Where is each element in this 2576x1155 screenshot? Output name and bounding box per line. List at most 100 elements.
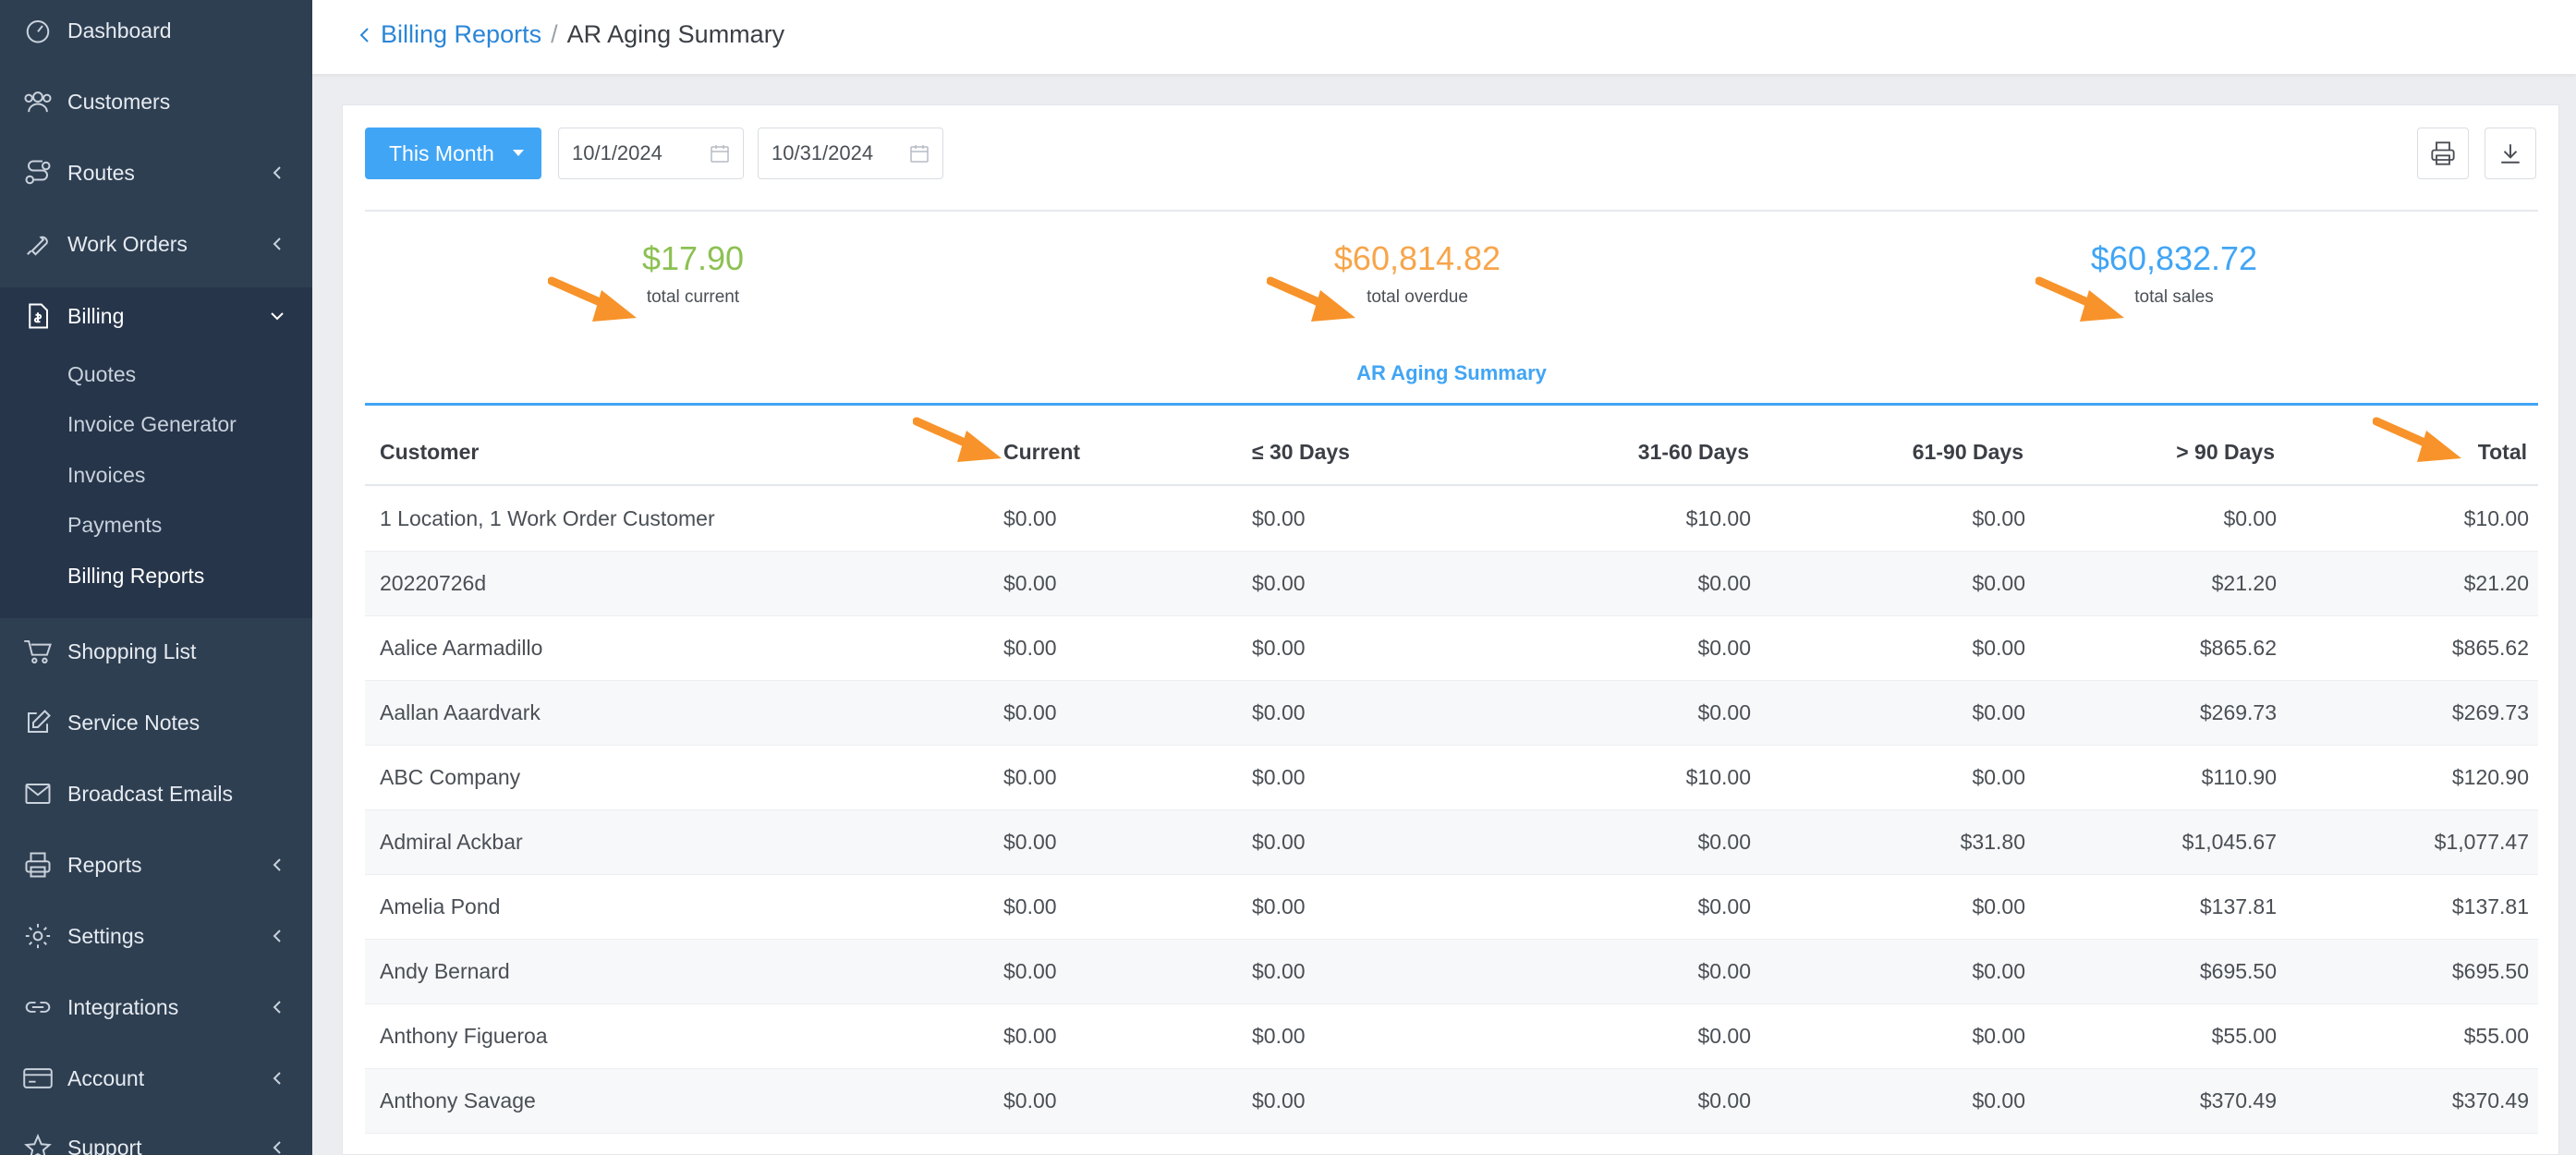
sidebar-subitem-invoice-generator[interactable]: Invoice Generator xyxy=(67,412,237,437)
sidebar-subitem-quotes[interactable]: Quotes xyxy=(67,362,136,387)
table-row[interactable]: Admiral Ackbar $0.00 $0.00 $0.00 $31.80 $1,04… xyxy=(365,810,2538,875)
sidebar-item-reports[interactable]: Reports xyxy=(0,837,312,893)
table-row[interactable]: Amelia Pond $0.00 $0.00 $0.00 $0.00 $137.81 $1… xyxy=(365,875,2538,940)
amount-cell: $120.90 xyxy=(2451,765,2529,789)
sidebar-item-settings[interactable]: Settings xyxy=(0,908,312,964)
sidebar-item-dashboard[interactable]: Dashboard xyxy=(0,3,312,58)
column-header-total[interactable]: Total xyxy=(2478,440,2527,465)
amount-cell: $0.00 xyxy=(1972,1088,2025,1112)
end-date-input[interactable]: 10/31/2024 xyxy=(758,128,943,179)
sidebar-item-label: Service Notes xyxy=(67,710,200,735)
billing-submenu: Quotes Invoice Generator Invoices Paymen… xyxy=(0,345,312,618)
chevron-left-icon xyxy=(273,930,281,942)
sidebar-item-label: Reports xyxy=(67,852,142,877)
amount-cell: $0.00 xyxy=(1972,506,2025,530)
table-row[interactable]: Andy Bernard $0.00 $0.00 $0.00 $0.00 $695.50 $… xyxy=(365,940,2538,1004)
customer-name-cell[interactable]: 20220726d xyxy=(380,571,486,596)
amount-cell: $0.00 xyxy=(1252,1024,1306,1048)
customer-name-cell[interactable]: ABC Company xyxy=(380,765,520,790)
customer-name-cell[interactable]: 1 Location, 1 Work Order Customer xyxy=(380,506,715,531)
table-row[interactable]: Aallan Aaardvark $0.00 $0.00 $0.00 $0.00 $269… xyxy=(365,681,2538,746)
amount-cell: $0.00 xyxy=(1003,959,1057,983)
sidebar-subitem-payments[interactable]: Payments xyxy=(67,513,162,538)
customers-icon xyxy=(22,86,54,117)
amount-cell: $0.00 xyxy=(1972,636,2025,660)
customer-name-cell[interactable]: Aalice Aarmadillo xyxy=(380,636,542,661)
column-header-30-days[interactable]: ≤ 30 Days xyxy=(1252,440,1350,465)
table-row[interactable]: 1 Location, 1 Work Order Customer $0.00 $0… xyxy=(365,487,2538,552)
sidebar-item-billing[interactable]: Billing xyxy=(0,287,312,345)
amount-cell: $269.73 xyxy=(2451,700,2529,724)
chevron-left-icon xyxy=(273,858,281,871)
amount-cell: $0.00 xyxy=(1252,1088,1306,1112)
table-row[interactable] xyxy=(365,1134,2538,1155)
chevron-left-icon xyxy=(273,166,281,179)
amount-cell: $0.00 xyxy=(1697,1088,1751,1112)
table-row[interactable]: Anthony Savage $0.00 $0.00 $0.00 $0.00 $370.4… xyxy=(365,1069,2538,1134)
sidebar-item-broadcast-emails[interactable]: Broadcast Emails xyxy=(0,766,312,821)
customer-name-cell[interactable]: Admiral Ackbar xyxy=(380,830,523,855)
chevron-down-icon xyxy=(271,312,284,321)
sidebar-item-integrations[interactable]: Integrations xyxy=(0,979,312,1035)
amount-cell: $137.81 xyxy=(2199,894,2277,918)
amount-cell: $269.73 xyxy=(2199,700,2277,724)
sidebar-subitem-billing-reports[interactable]: Billing Reports xyxy=(67,564,204,589)
customer-name-cell[interactable]: Anthony Figueroa xyxy=(380,1024,548,1049)
column-header-over-90-days[interactable]: > 90 Days xyxy=(2176,440,2275,465)
start-date-input[interactable]: 10/1/2024 xyxy=(558,128,744,179)
start-date-value: 10/1/2024 xyxy=(572,141,662,164)
column-header-31-60-days[interactable]: 31-60 Days xyxy=(1638,440,1749,465)
column-header-current[interactable]: Current xyxy=(1003,440,1080,465)
top-bar: Billing Reports / AR Aging Summary xyxy=(312,0,2576,74)
amount-cell: $55.00 xyxy=(2463,1024,2529,1048)
amount-cell: $0.00 xyxy=(1697,571,1751,595)
amount-cell: $55.00 xyxy=(2211,1024,2277,1048)
amount-cell: $370.49 xyxy=(2199,1088,2277,1112)
amount-cell: $0.00 xyxy=(1697,894,1751,918)
table-row[interactable]: Aalice Aarmadillo $0.00 $0.00 $0.00 $0.00 $86… xyxy=(365,616,2538,681)
amount-cell: $21.20 xyxy=(2211,571,2277,595)
sidebar-item-account[interactable]: Account xyxy=(0,1051,312,1106)
amount-cell: $695.50 xyxy=(2451,959,2529,983)
customer-name-cell[interactable]: Amelia Pond xyxy=(380,894,500,919)
table-row[interactable]: Anthony Figueroa $0.00 $0.00 $0.00 $0.00 $55.… xyxy=(365,1004,2538,1069)
sidebar-item-label: Billing xyxy=(67,303,125,328)
column-header-61-90-days[interactable]: 61-90 Days xyxy=(1913,440,2023,465)
amount-cell: $0.00 xyxy=(1252,830,1306,854)
customer-name-cell[interactable]: Andy Bernard xyxy=(380,959,510,984)
gear-icon xyxy=(22,920,54,952)
period-dropdown-button[interactable]: This Month xyxy=(365,128,541,179)
edit-icon xyxy=(22,707,54,738)
sidebar-item-label: Integrations xyxy=(67,994,179,1019)
sidebar-item-service-notes[interactable]: Service Notes xyxy=(0,695,312,750)
end-date-value: 10/31/2024 xyxy=(772,141,874,164)
amount-cell: $0.00 xyxy=(1972,765,2025,789)
sidebar-subitem-invoices[interactable]: Invoices xyxy=(67,463,145,488)
sidebar-item-routes[interactable]: Routes xyxy=(0,145,312,201)
table-row[interactable]: ABC Company $0.00 $0.00 $10.00 $0.00 $110.90 $… xyxy=(365,746,2538,810)
sidebar-item-work-orders[interactable]: Work Orders xyxy=(0,216,312,272)
sidebar-item-support[interactable]: Support xyxy=(0,1120,312,1155)
amount-cell: $0.00 xyxy=(1003,700,1057,724)
breadcrumb-link-billing-reports[interactable]: Billing Reports xyxy=(381,20,541,49)
amount-cell: $10.00 xyxy=(2463,506,2529,530)
table-row[interactable]: 20220726d $0.00 $0.00 $0.00 $0.00 $21.20 $21.2… xyxy=(365,552,2538,616)
download-button[interactable] xyxy=(2485,128,2536,179)
amount-cell: $0.00 xyxy=(1972,571,2025,595)
sidebar-item-shopping-list[interactable]: Shopping List xyxy=(0,624,312,679)
customer-name-cell[interactable]: Aallan Aaardvark xyxy=(380,700,541,725)
chevron-left-icon[interactable] xyxy=(357,24,371,46)
column-header-customer[interactable]: Customer xyxy=(380,440,479,465)
amount-cell: $10.00 xyxy=(1685,765,1751,789)
cart-icon xyxy=(22,636,54,667)
amount-cell: $0.00 xyxy=(1697,1024,1751,1048)
customer-name-cell[interactable]: Anthony Savage xyxy=(380,1088,536,1113)
amount-cell: $0.00 xyxy=(1697,700,1751,724)
report-title-rule xyxy=(365,403,2538,406)
sidebar-item-customers[interactable]: Customers xyxy=(0,74,312,129)
amount-cell: $0.00 xyxy=(1252,571,1306,595)
sidebar-item-label: Broadcast Emails xyxy=(67,781,233,806)
print-button[interactable] xyxy=(2417,128,2469,179)
report-title: AR Aging Summary xyxy=(1356,361,1547,384)
chevron-left-icon xyxy=(273,1072,281,1085)
